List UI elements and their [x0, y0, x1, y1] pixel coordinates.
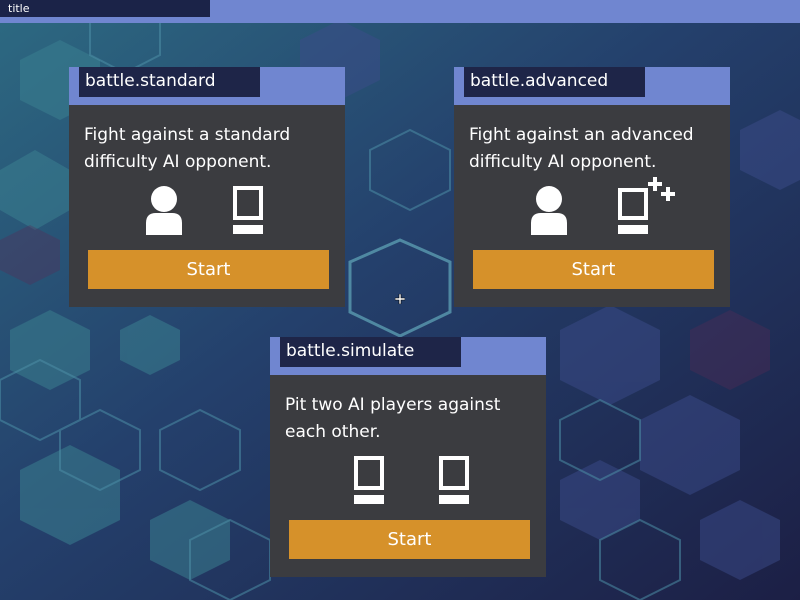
card-description: Fight against an advanced difficulty AI …: [469, 125, 694, 172]
ai-computer-icon: [439, 456, 469, 504]
card-header: battle.simulate: [270, 337, 546, 375]
player-icon: [531, 186, 567, 235]
opponent-icons: [454, 177, 730, 237]
top-bar: title: [0, 0, 800, 23]
card-description: Fight against a standard difficulty AI o…: [84, 125, 291, 172]
ai-computer-plus-icon: [618, 177, 675, 234]
player-icon: [146, 186, 182, 235]
opponent-icons: [69, 185, 345, 237]
battle-advanced-card: battle.advanced Fight against an advance…: [454, 67, 730, 307]
window-title: title: [0, 0, 210, 17]
card-description: Pit two AI players against each other.: [285, 395, 501, 442]
card-title: battle.simulate: [280, 337, 461, 367]
crosshair-cursor-icon: [395, 294, 405, 304]
start-advanced-button[interactable]: Start: [473, 250, 714, 289]
start-simulate-button[interactable]: Start: [289, 520, 530, 559]
opponent-icons: [270, 455, 546, 507]
card-header: battle.advanced: [454, 67, 730, 105]
ai-computer-icon: [354, 456, 384, 504]
battle-standard-card: battle.standard Fight against a standard…: [69, 67, 345, 307]
card-header: battle.standard: [69, 67, 345, 105]
card-title: battle.advanced: [464, 67, 645, 97]
battle-simulate-card: battle.simulate Pit two AI players again…: [270, 337, 546, 577]
ai-computer-icon: [233, 186, 263, 234]
card-title: battle.standard: [79, 67, 260, 97]
start-standard-button[interactable]: Start: [88, 250, 329, 289]
